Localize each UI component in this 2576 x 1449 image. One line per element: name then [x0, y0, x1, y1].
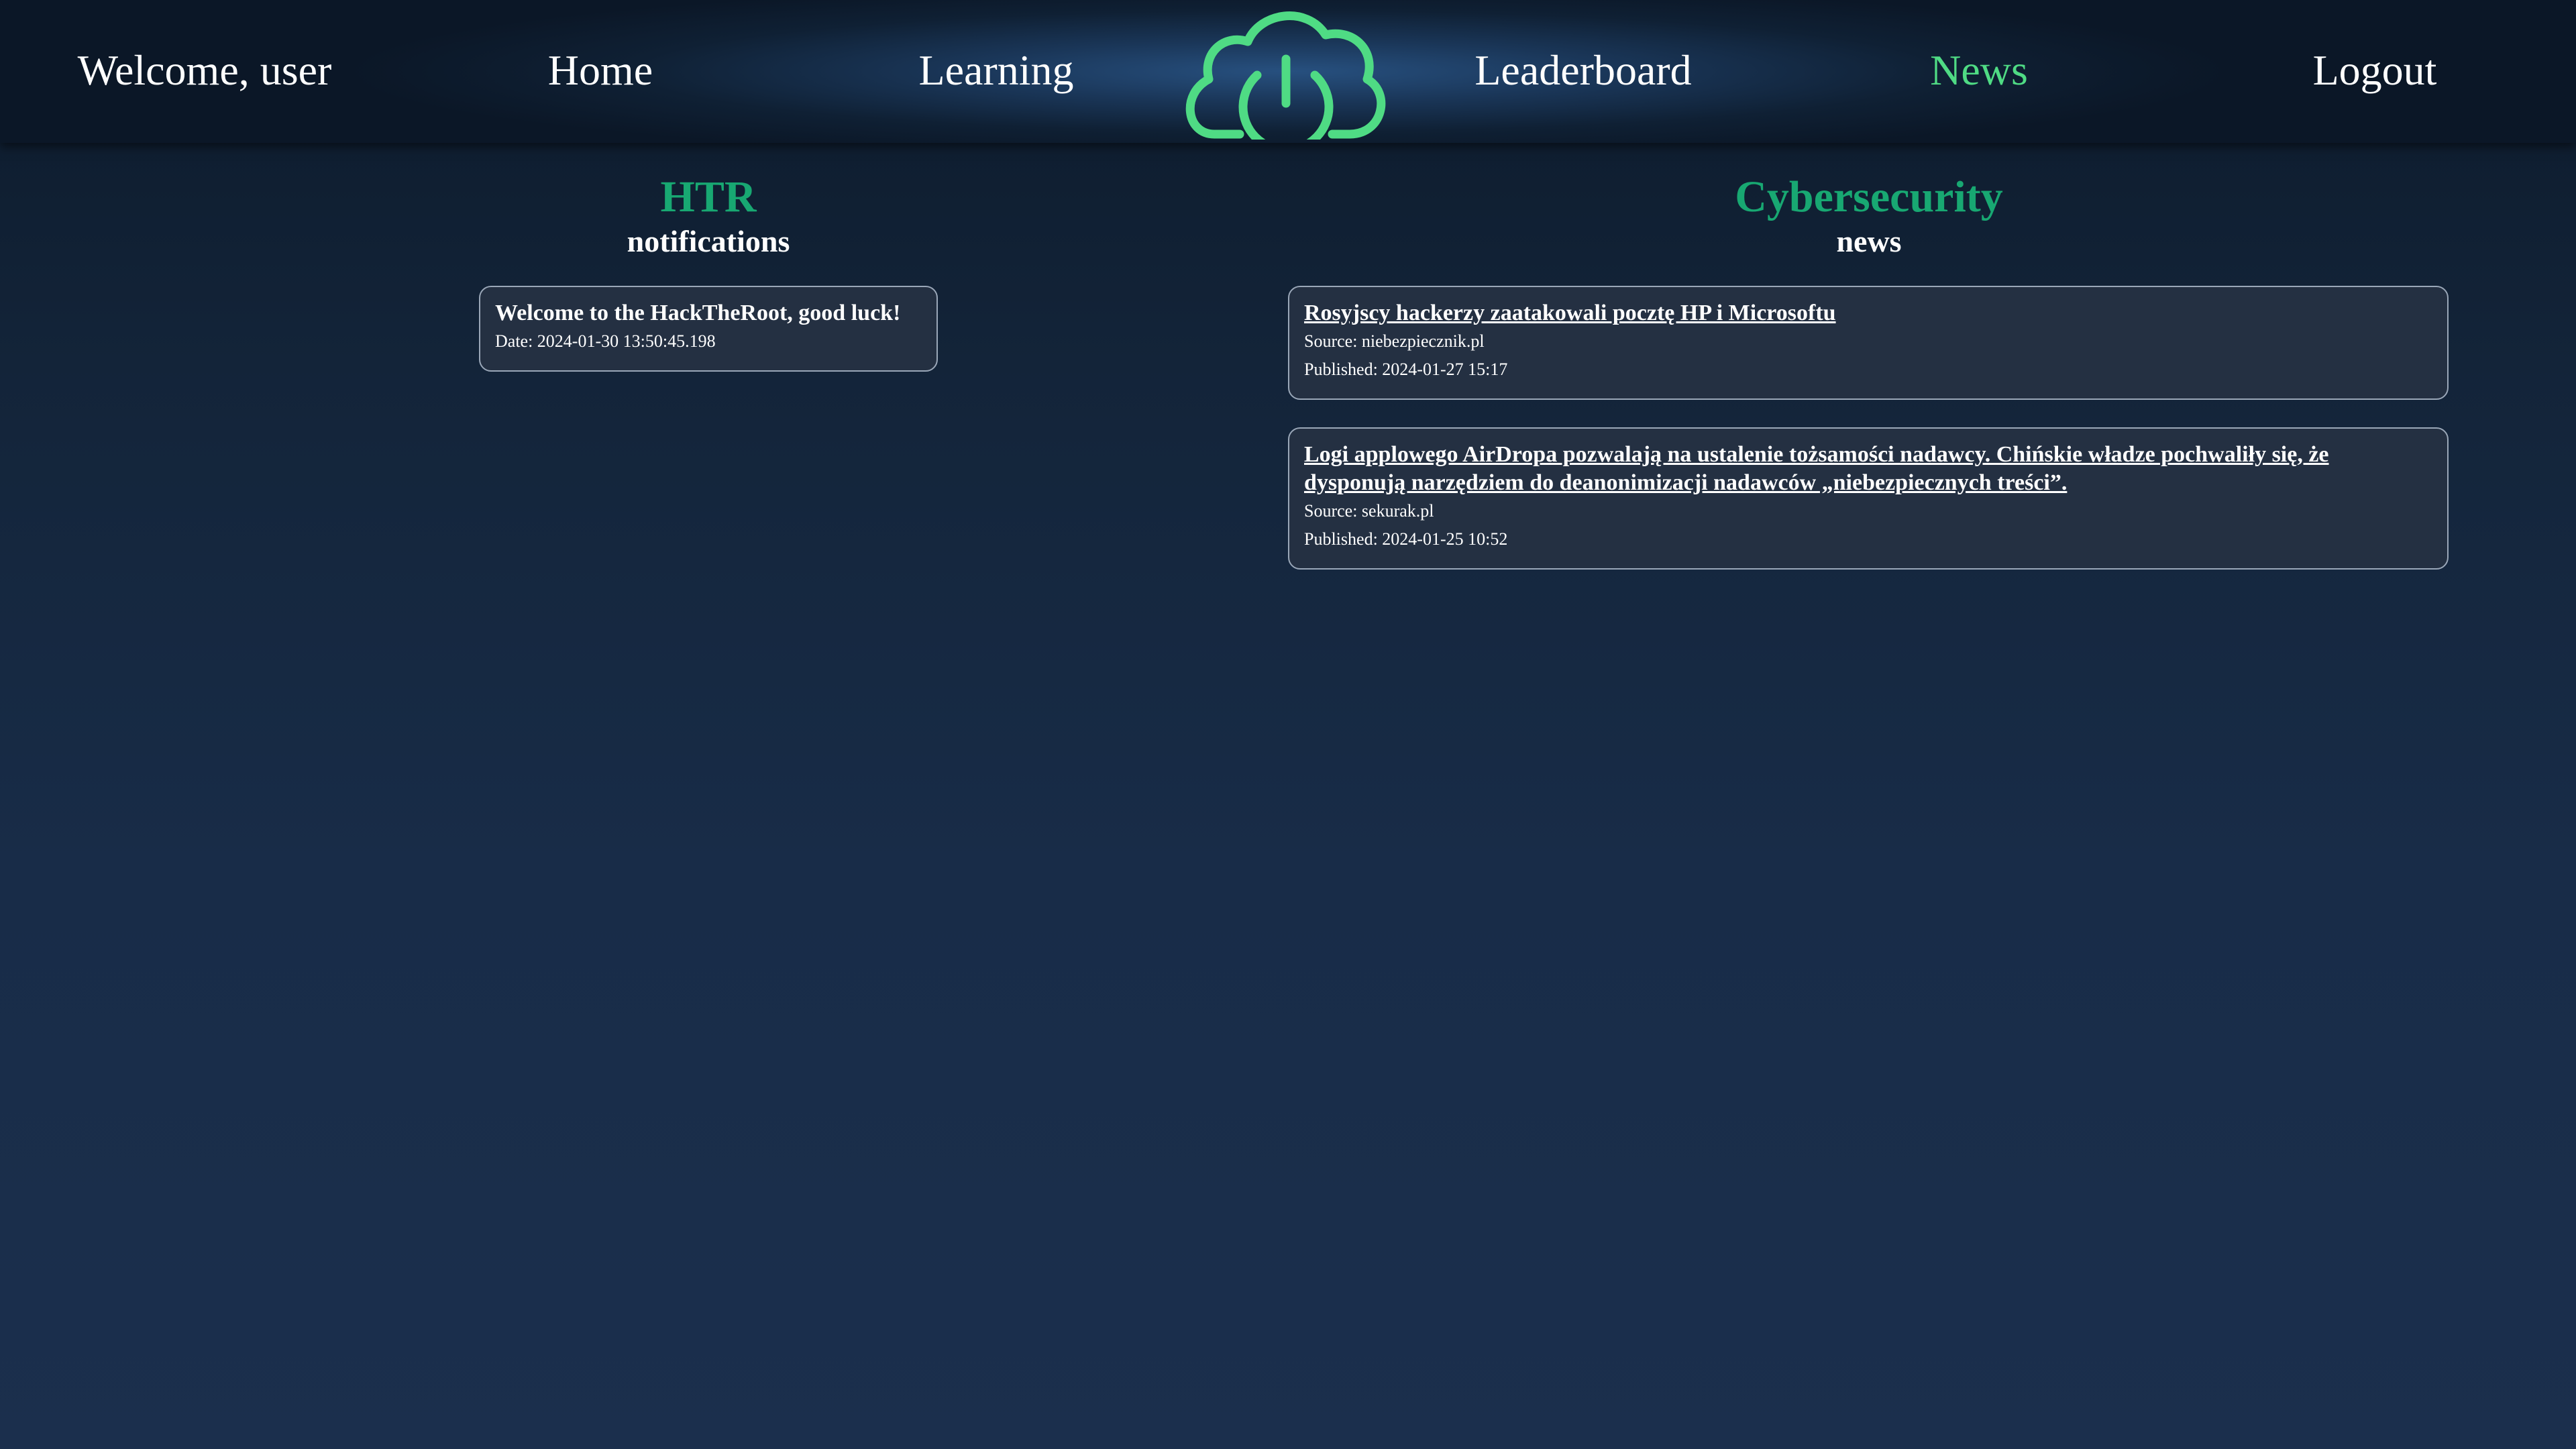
cloud-power-icon[interactable]	[1182, 5, 1390, 140]
top-navigation-bar: Welcome, user Home Learning Leaderboard …	[0, 0, 2576, 143]
news-card: Rosyjscy hackerzy zaatakowali pocztę HP …	[1288, 286, 2449, 400]
welcome-user-label: Welcome, user	[77, 46, 332, 94]
nav-learning-link[interactable]: Learning	[832, 40, 1161, 101]
nav-leaderboard-link[interactable]: Leaderboard	[1419, 40, 1748, 101]
news-published-date: Published: 2024-01-27 15:17	[1304, 360, 1508, 379]
nav-home-link[interactable]: Home	[436, 40, 765, 101]
news-title-link[interactable]: Rosyjscy hackerzy zaatakowali pocztę HP …	[1304, 299, 2432, 327]
notification-title: Welcome to the HackTheRoot, good luck!	[495, 301, 901, 325]
news-source: Source: niebezpiecznik.pl	[1304, 331, 1485, 351]
news-published-date: Published: 2024-01-25 10:52	[1304, 529, 1508, 549]
nav-logout-link[interactable]: Logout	[2210, 40, 2539, 101]
notification-card: Welcome to the HackTheRoot, good luck! D…	[479, 286, 938, 372]
notification-date: Date: 2024-01-30 13:50:45.198	[495, 331, 716, 351]
news-subtitle: news	[1836, 224, 1902, 258]
cybersecurity-title: Cybersecurity	[1735, 172, 2003, 221]
notifications-subtitle: notifications	[627, 224, 790, 258]
notifications-heading: HTR notifications	[507, 172, 910, 260]
news-heading: Cybersecurity news	[1534, 172, 2204, 260]
news-title-link[interactable]: Logi applowego AirDropa pozwalają na ust…	[1304, 441, 2432, 497]
htr-title: HTR	[660, 172, 757, 221]
nav-news-link[interactable]: News	[1815, 40, 2143, 101]
news-card: Logi applowego AirDropa pozwalają na ust…	[1288, 427, 2449, 570]
news-source: Source: sekurak.pl	[1304, 501, 1434, 521]
